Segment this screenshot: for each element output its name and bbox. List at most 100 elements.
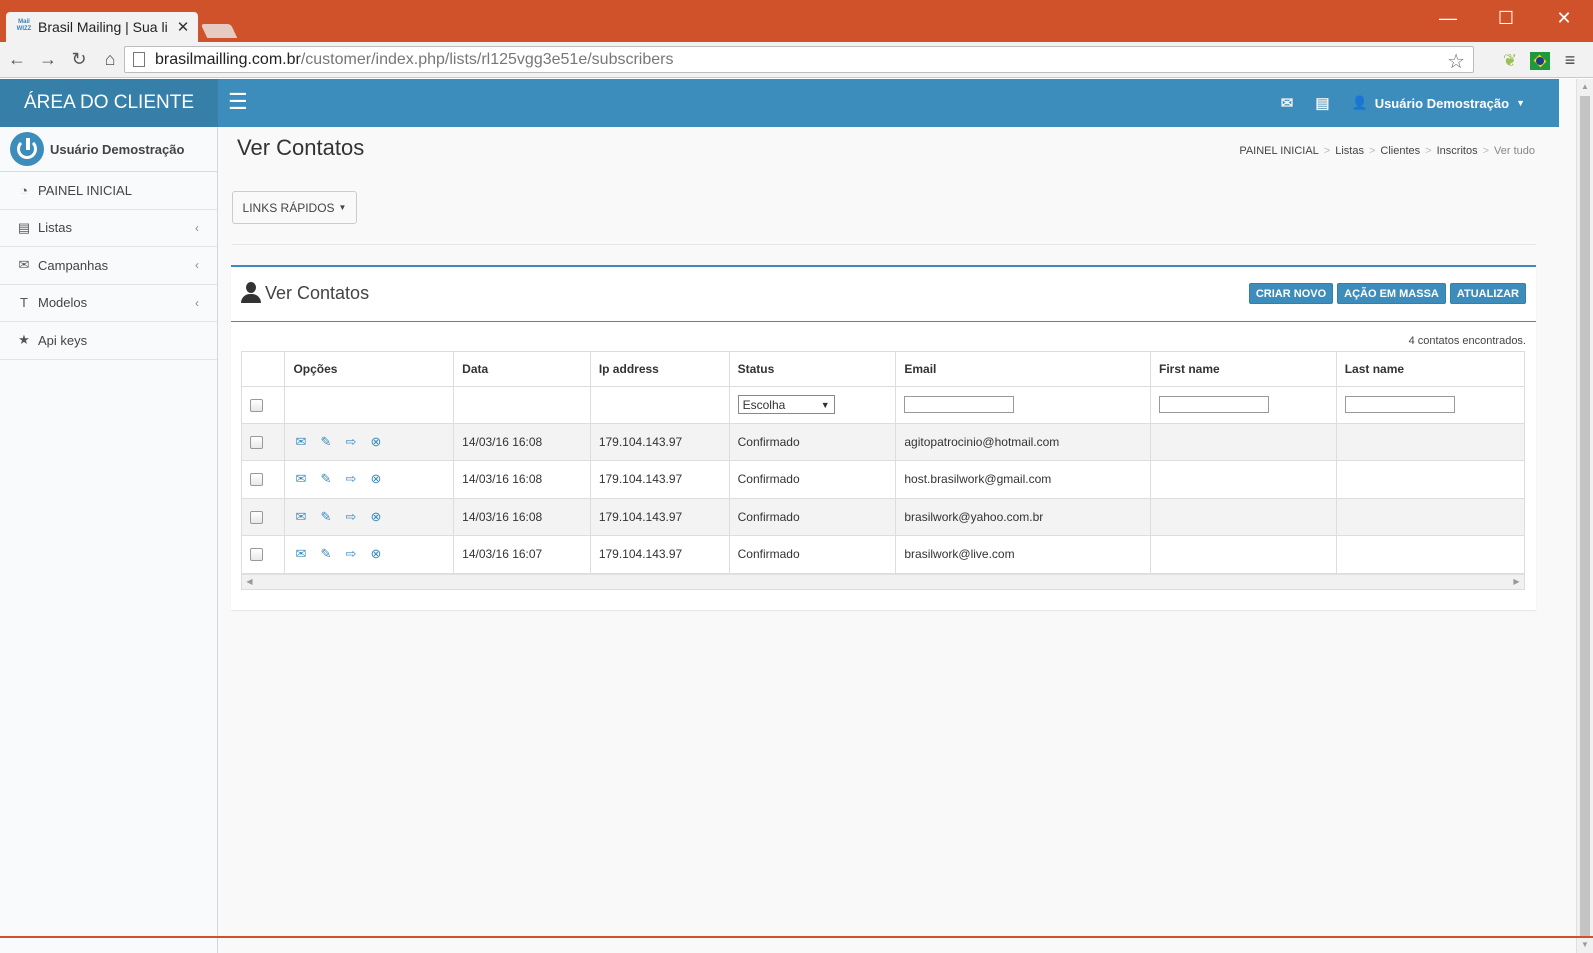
browser-titlebar: Mail WIZZ Brasil Mailing | Sua li ✕ — ☐ … — [0, 0, 1593, 42]
leaf-extension-icon[interactable]: ❦ — [1500, 51, 1520, 71]
breadcrumb-listas[interactable]: Listas — [1335, 145, 1364, 157]
column-header-first-name[interactable]: First name — [1150, 352, 1337, 387]
scroll-left-icon[interactable]: ◀ — [242, 575, 257, 589]
delete-circle-icon[interactable]: ⊗ — [368, 434, 383, 450]
sidebar-toggle-icon[interactable]: ☰ — [228, 91, 254, 113]
column-header-ip[interactable]: Ip address — [590, 352, 730, 387]
column-header-email[interactable]: Email — [895, 352, 1151, 387]
new-tab-button[interactable] — [200, 24, 238, 38]
row-checkbox[interactable] — [250, 435, 263, 449]
extension-icons: ❦ ≡ — [1500, 50, 1580, 71]
unsubscribe-icon[interactable]: ⇨ — [343, 546, 358, 562]
refresh-button[interactable]: ATUALIZAR — [1449, 283, 1526, 304]
filter-cell — [1150, 386, 1337, 424]
first-name-cell — [1150, 460, 1337, 499]
row-select-cell — [242, 535, 286, 574]
filter-cell — [284, 386, 455, 424]
column-header-last-name[interactable]: Last name — [1336, 352, 1524, 387]
breadcrumb-clientes[interactable]: Clientes — [1380, 145, 1420, 157]
row-checkbox[interactable] — [250, 548, 263, 562]
table-row: ✉ ✎ ⇨ ⊗ 14/03/16 16:07 179.104.143.97 Confirma… — [242, 535, 1524, 574]
column-header-data[interactable]: Data — [453, 352, 591, 387]
chevron-left-icon: ‹ — [195, 295, 199, 310]
row-checkbox[interactable] — [250, 473, 263, 487]
forward-arrow-icon[interactable]: → — [34, 46, 62, 74]
status-filter-select[interactable]: Escolha ▼ — [737, 395, 835, 414]
sidebar-item-campanhas[interactable]: ✉ Campanhas ‹ — [0, 247, 217, 285]
breadcrumb-painel-inicial[interactable]: PAINEL INICIAL — [1239, 145, 1318, 157]
address-bar[interactable]: brasilmailling.com.br/customer/index.php… — [124, 46, 1474, 73]
home-icon[interactable]: ⌂ — [96, 46, 124, 74]
bookmark-star-icon[interactable]: ☆ — [1447, 49, 1465, 74]
sidebar-user-name: Usuário Demostração — [50, 141, 185, 157]
sidebar-item-listas[interactable]: ▤ Listas ‹ — [0, 210, 217, 247]
edit-pencil-icon[interactable]: ✎ — [318, 434, 333, 450]
sidebar-item-label: Campanhas — [38, 257, 109, 273]
star-icon: ★ — [18, 332, 30, 348]
unsubscribe-icon[interactable]: ⇨ — [343, 471, 358, 487]
scroll-right-icon[interactable]: ▶ — [1509, 575, 1524, 589]
filter-cell — [242, 386, 286, 424]
envelope-icon[interactable]: ✉ — [1281, 94, 1294, 112]
edit-pencil-icon[interactable]: ✎ — [318, 509, 333, 525]
horizontal-scrollbar[interactable]: ◀ ▶ — [242, 573, 1524, 589]
close-window-icon[interactable]: ✕ — [1535, 0, 1593, 36]
bulk-action-button[interactable]: AÇÃO EM MASSA — [1337, 283, 1446, 304]
delete-circle-icon[interactable]: ⊗ — [368, 509, 383, 525]
email-filter-input[interactable] — [904, 396, 1015, 413]
email-icon[interactable]: ✉ — [293, 471, 308, 487]
select-all-checkbox[interactable] — [250, 398, 263, 412]
back-arrow-icon[interactable]: ← — [3, 46, 31, 74]
mailwizz-favicon-icon: Mail WIZZ — [16, 19, 32, 32]
user-menu[interactable]: 👤 Usuário Demostração ▼ — [1352, 95, 1526, 111]
minimize-icon[interactable]: — — [1419, 0, 1477, 36]
page-scrollbar[interactable]: ▲ ▼ — [1576, 79, 1593, 953]
sidebar-item-modelos[interactable]: T Modelos ‹ — [0, 285, 217, 322]
scroll-down-icon[interactable]: ▼ — [1577, 937, 1593, 953]
email-icon[interactable]: ✉ — [293, 434, 308, 450]
unsubscribe-icon[interactable]: ⇨ — [343, 434, 358, 450]
ip-cell: 179.104.143.97 — [590, 423, 730, 461]
filter-cell — [1336, 386, 1524, 424]
user-menu-label: Usuário Demostração — [1374, 95, 1510, 111]
last-name-filter-input[interactable] — [1344, 396, 1455, 413]
dropdown-arrow-icon: ▼ — [820, 399, 830, 410]
sidebar-item-api-keys[interactable]: ★ Api keys — [0, 322, 217, 360]
first-name-filter-input[interactable] — [1159, 396, 1269, 413]
table-row: ✉ ✎ ⇨ ⊗ 14/03/16 16:08 179.104.143.97 Confirma… — [242, 460, 1524, 499]
scroll-up-icon[interactable]: ▲ — [1577, 79, 1593, 95]
maximize-icon[interactable]: ☐ — [1477, 0, 1535, 36]
page-icon — [133, 52, 145, 67]
tab-close-icon[interactable]: ✕ — [176, 18, 190, 36]
sidebar-item-painel-inicial[interactable]: ◔ PAINEL INICIAL — [0, 172, 217, 210]
reload-icon[interactable]: ↻ — [65, 46, 93, 74]
browser-tab[interactable]: Mail WIZZ Brasil Mailing | Sua li ✕ — [6, 12, 198, 42]
scrollbar-thumb[interactable] — [1580, 96, 1590, 936]
breadcrumb-ver-tudo: Ver tudo — [1494, 145, 1535, 157]
browser-menu-icon[interactable]: ≡ — [1560, 50, 1580, 71]
delete-circle-icon[interactable]: ⊗ — [368, 546, 383, 562]
quick-links-button[interactable]: LINKS RÁPIDOS ▼ — [232, 191, 357, 224]
tasks-icon[interactable]: ▤ — [1315, 94, 1329, 112]
navbar-right: ✉ ▤ 👤 Usuário Demostração ▼ — [1281, 79, 1525, 127]
subscribers-table: Opções Data Ip address Status Email Firs… — [241, 351, 1525, 590]
last-name-cell — [1336, 460, 1524, 499]
email-icon[interactable]: ✉ — [293, 546, 308, 562]
user-icon — [241, 282, 261, 304]
unsubscribe-icon[interactable]: ⇨ — [343, 509, 358, 525]
row-checkbox[interactable] — [250, 510, 263, 524]
brazil-flag-extension-icon[interactable] — [1530, 51, 1550, 70]
email-cell: host.brasilwork@gmail.com — [895, 460, 1151, 499]
column-header-status[interactable]: Status — [729, 352, 897, 387]
power-avatar-icon — [10, 132, 44, 166]
breadcrumb-inscritos[interactable]: Inscritos — [1437, 145, 1478, 157]
url-path: /customer/index.php/lists/rl125vgg3e51e/… — [300, 50, 674, 68]
first-name-cell — [1150, 423, 1337, 461]
edit-pencil-icon[interactable]: ✎ — [318, 471, 333, 487]
logo[interactable]: ÁREA DO CLIENTE — [0, 79, 218, 127]
email-icon[interactable]: ✉ — [293, 509, 308, 525]
delete-circle-icon[interactable]: ⊗ — [368, 471, 383, 487]
edit-pencil-icon[interactable]: ✎ — [318, 546, 333, 562]
results-count: 4 contatos encontrados. — [1408, 335, 1526, 347]
create-new-button[interactable]: CRIAR NOVO — [1248, 283, 1334, 304]
